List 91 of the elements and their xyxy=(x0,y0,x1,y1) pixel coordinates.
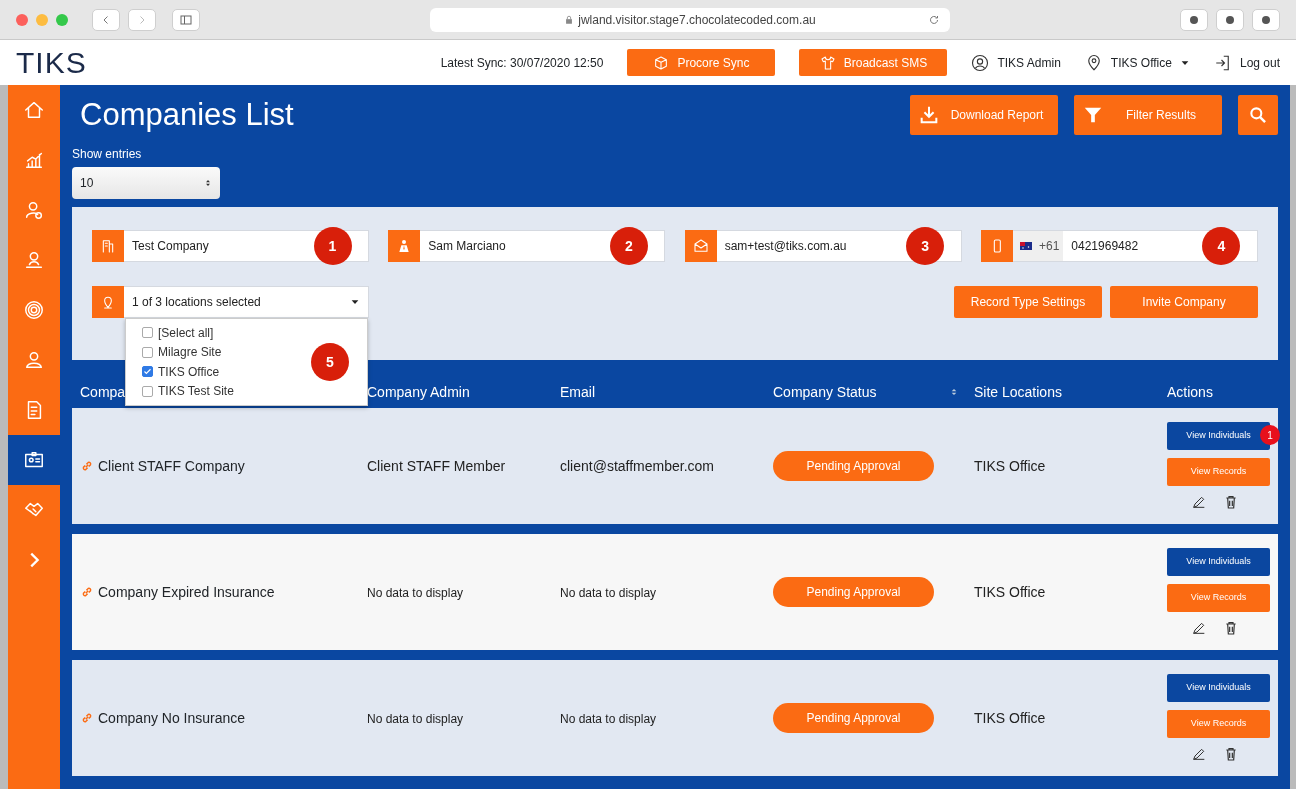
step-marker: 1 xyxy=(313,227,352,265)
column-header: Compa xyxy=(80,382,126,402)
option-label[interactable]: TIKS Test Site xyxy=(158,382,234,401)
address-bar[interactable]: jwland.visitor.stage7.chocolatecoded.com.au xyxy=(430,7,950,32)
home-icon xyxy=(23,99,45,121)
location-select[interactable]: 1 of 3 locations selected xyxy=(124,286,369,318)
window-control-icon[interactable] xyxy=(16,13,28,26)
user-icon xyxy=(971,53,990,72)
pencil-icon[interactable] xyxy=(1191,620,1207,636)
company-link[interactable]: Company No Insurance xyxy=(98,707,246,729)
table-cell: TIKS Office xyxy=(974,457,1046,474)
window-control-icon[interactable] xyxy=(56,13,68,26)
user-pin-icon xyxy=(23,249,45,271)
phone-field[interactable]: 0421969482 xyxy=(1063,230,1186,262)
logout-link[interactable]: Log out xyxy=(1213,53,1280,72)
link-icon xyxy=(80,585,94,599)
check-icon xyxy=(143,367,152,377)
link-icon xyxy=(80,711,94,725)
sidebar-toggle[interactable] xyxy=(172,8,200,31)
shirt-icon xyxy=(819,54,836,71)
status-pill: Pending Approval xyxy=(773,577,934,607)
user-icon xyxy=(23,349,45,371)
user-menu[interactable]: TIKS Admin xyxy=(971,53,1061,72)
back-button[interactable] xyxy=(92,8,120,31)
view-individuals-button[interactable]: View Individuals xyxy=(1167,548,1270,576)
pencil-icon[interactable] xyxy=(1191,494,1207,510)
field-label: Show entries xyxy=(72,146,142,163)
company-link[interactable]: Client STAFF Company xyxy=(98,455,245,477)
user-icon xyxy=(23,199,45,221)
trash-icon[interactable] xyxy=(1223,620,1239,636)
checkbox[interactable] xyxy=(142,327,153,339)
step-marker: 4 xyxy=(1202,227,1241,265)
entries-select[interactable]: 10 xyxy=(72,167,220,199)
download-button[interactable] xyxy=(1180,8,1208,31)
sync-status: Latest Sync: 30/07/2020 12:50 xyxy=(440,54,604,72)
column-header: Email xyxy=(560,382,595,402)
pencil-icon[interactable] xyxy=(1191,746,1207,762)
column-header: Company Status xyxy=(773,382,877,402)
input-field[interactable]: Sam Marciano xyxy=(420,230,594,262)
lock-icon xyxy=(564,14,575,25)
table-cell: No data to display xyxy=(560,585,657,600)
step-marker: 3 xyxy=(906,227,945,265)
column-header: Site Locations xyxy=(974,382,1062,402)
flag-icon xyxy=(1017,240,1035,252)
window-control-icon[interactable] xyxy=(36,13,48,26)
view-individuals-button[interactable]: View Individuals xyxy=(1167,674,1270,702)
door-icon xyxy=(1213,53,1232,72)
link-icon xyxy=(80,459,94,473)
box-icon xyxy=(653,54,670,71)
share-button[interactable] xyxy=(1216,8,1244,31)
checkbox[interactable] xyxy=(142,366,153,378)
option-label[interactable]: [Select all] xyxy=(158,323,214,342)
input-field[interactable]: Test Company xyxy=(124,230,297,262)
sidebar-item[interactable] xyxy=(8,435,60,485)
trash-icon[interactable] xyxy=(1223,494,1239,510)
sort-arrows-icon xyxy=(204,178,212,188)
step-marker: 5 xyxy=(311,343,349,381)
reload-icon xyxy=(928,13,940,26)
table-cell: Client STAFF Member xyxy=(367,457,506,474)
column-header: Company Admin xyxy=(367,382,470,402)
table-cell: TIKS Office xyxy=(974,709,1046,726)
table-cell: No data to display xyxy=(367,711,464,726)
location-menu[interactable]: TIKS Office xyxy=(1084,53,1190,72)
logo: TIKS xyxy=(16,47,87,78)
status-pill: Pending Approval xyxy=(773,703,934,733)
table-cell: client@staffmember.com xyxy=(560,457,714,474)
column-header: Actions xyxy=(1167,382,1213,402)
tabs-button[interactable] xyxy=(1252,8,1280,31)
table-cell: No data to display xyxy=(367,585,464,600)
building-icon xyxy=(100,238,116,254)
checkbox[interactable] xyxy=(142,385,153,397)
option-label[interactable]: TIKS Office xyxy=(158,362,220,381)
target-icon xyxy=(23,299,45,321)
status-pill: Pending Approval xyxy=(773,451,934,481)
table-cell: TIKS Office xyxy=(974,583,1046,600)
search-icon xyxy=(1248,105,1268,125)
envelope-icon xyxy=(692,238,709,254)
page-title: Companies List xyxy=(80,96,294,134)
count-badge: 1 xyxy=(1260,425,1280,445)
table-cell: No data to display xyxy=(560,711,657,726)
step-marker: 2 xyxy=(609,227,648,265)
forward-button[interactable] xyxy=(128,8,156,31)
company-link[interactable]: Company Expired Insurance xyxy=(98,581,275,603)
checkbox[interactable] xyxy=(142,346,153,358)
option-label[interactable]: Milagre Site xyxy=(158,343,222,362)
trash-icon[interactable] xyxy=(1223,746,1239,762)
caret-icon xyxy=(350,297,360,307)
url-text: jwland.visitor.stage7.chocolatecoded.com.au xyxy=(578,11,816,29)
sidebar-icon xyxy=(179,13,193,26)
input-field[interactable]: sam+test@tiks.com.au xyxy=(716,230,890,262)
search-button[interactable] xyxy=(1238,95,1278,135)
